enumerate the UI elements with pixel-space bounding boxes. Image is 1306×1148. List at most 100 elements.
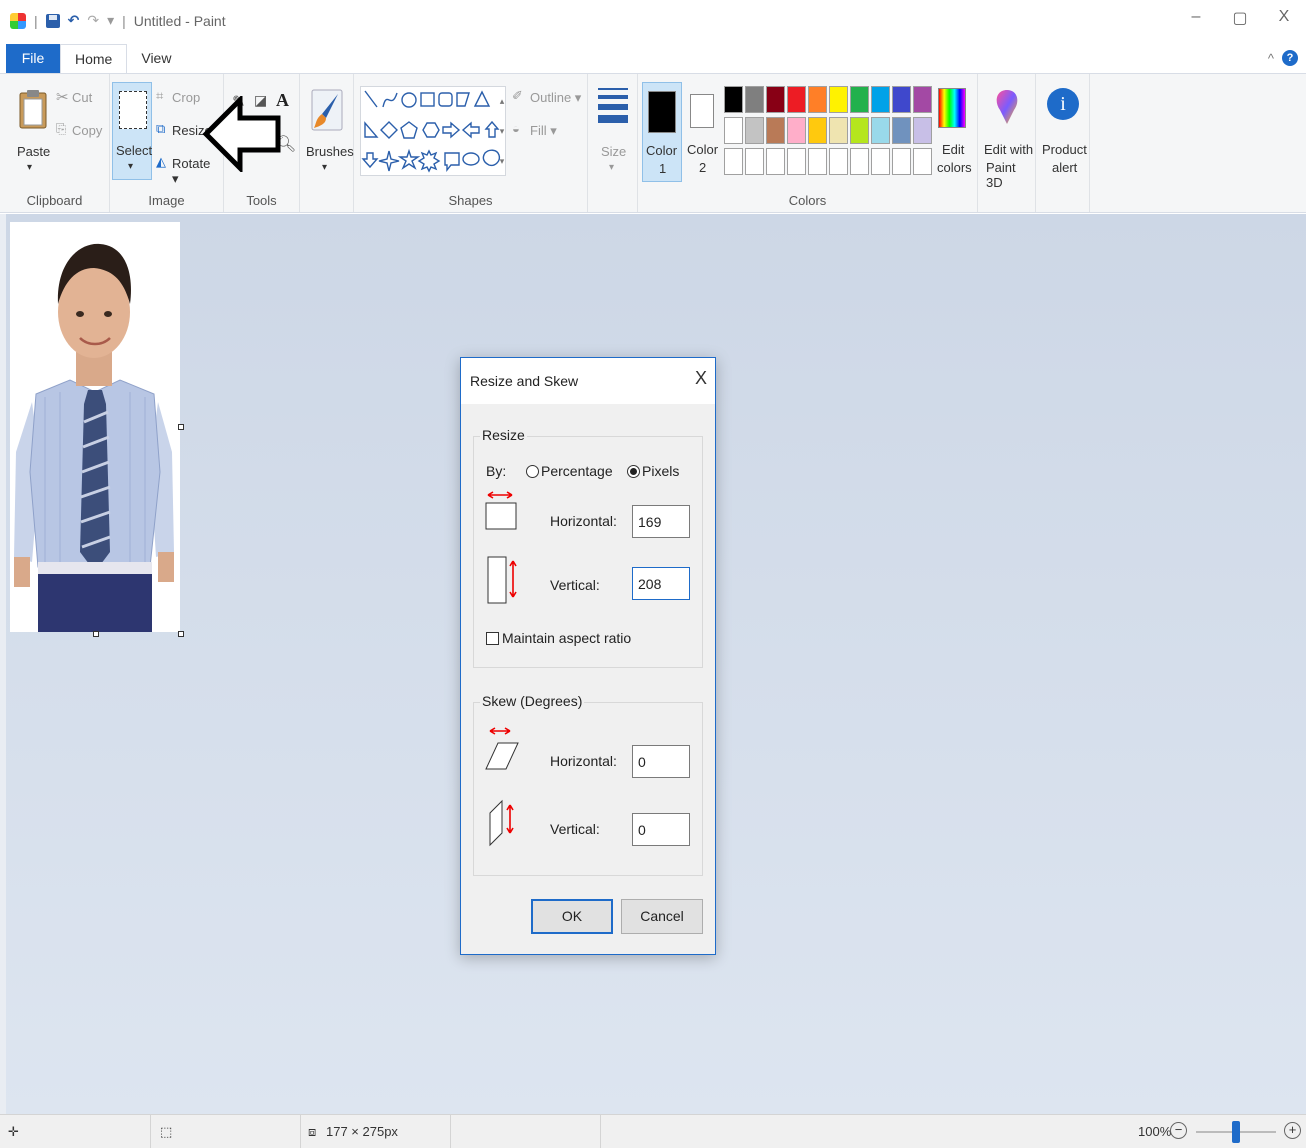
cancel-button[interactable]: Cancel xyxy=(621,899,703,934)
percentage-radio[interactable] xyxy=(526,465,539,478)
undo-icon[interactable]: ↶ xyxy=(68,12,80,29)
palette-swatch[interactable] xyxy=(787,86,806,113)
custom-color-slot[interactable] xyxy=(892,148,911,175)
color2-swatch xyxy=(690,94,714,128)
horizontal-skew-icon xyxy=(485,727,519,770)
clipboard-group: Paste ▾ ✂ Cut ⎘ Copy Clipboard xyxy=(0,74,110,212)
size-dropdown-icon[interactable]: ▾ xyxy=(609,162,614,173)
palette-swatch[interactable] xyxy=(892,117,911,144)
color1-button[interactable]: Color 1 xyxy=(642,82,682,182)
workspace-left-edge xyxy=(0,214,6,1114)
palette-swatch[interactable] xyxy=(808,117,827,144)
shapes-gallery[interactable] xyxy=(360,86,506,176)
palette-swatch[interactable] xyxy=(871,86,890,113)
select-dropdown-icon[interactable]: ▾ xyxy=(128,161,133,172)
brushes-button[interactable]: Brushes ▾ xyxy=(302,82,354,182)
dialog-close-button[interactable]: X xyxy=(695,368,707,389)
custom-color-slot[interactable] xyxy=(724,148,743,175)
clipboard-icon xyxy=(19,90,47,129)
percentage-label[interactable]: Percentage xyxy=(541,463,613,479)
palette-swatch[interactable] xyxy=(871,117,890,144)
custom-color-slot[interactable] xyxy=(787,148,806,175)
palette-swatch[interactable] xyxy=(724,117,743,144)
palette-swatch[interactable] xyxy=(892,86,911,113)
image-group-label: Image xyxy=(148,193,185,208)
customize-quick-access-button[interactable]: ▾ xyxy=(107,12,114,29)
brushes-group: Brushes ▾ xyxy=(300,74,354,212)
redo-icon[interactable]: ↷ xyxy=(87,12,99,29)
zoom-slider[interactable] xyxy=(1196,1121,1276,1143)
brushes-dropdown-icon[interactable]: ▾ xyxy=(322,162,327,173)
palette-swatch[interactable] xyxy=(850,117,869,144)
close-button[interactable]: X xyxy=(1262,8,1306,28)
tab-view[interactable]: View xyxy=(127,44,185,74)
size-group: Size ▾ xyxy=(588,74,638,212)
palette-swatch[interactable] xyxy=(766,117,785,144)
window-title: Untitled - Paint xyxy=(133,12,226,29)
maximize-button[interactable]: ▢ xyxy=(1218,8,1262,28)
skew-section: Skew (Degrees) Horizontal: 0 Vertical: 0 xyxy=(473,693,703,876)
select-rectangle-icon xyxy=(119,91,147,129)
skew-horizontal-input[interactable]: 0 xyxy=(632,745,690,778)
size-button[interactable]: Size ▾ xyxy=(592,82,634,182)
color2-button[interactable]: Color 2 xyxy=(684,82,720,182)
paste-button[interactable]: Paste ▾ xyxy=(10,82,54,182)
skew-vertical-input[interactable]: 0 xyxy=(632,813,690,846)
custom-color-slot[interactable] xyxy=(745,148,764,175)
custom-color-slot[interactable] xyxy=(871,148,890,175)
palette-swatch[interactable] xyxy=(829,117,848,144)
custom-color-slot[interactable] xyxy=(913,148,932,175)
select-button[interactable]: Select ▾ xyxy=(112,82,152,180)
palette-swatch[interactable] xyxy=(808,86,827,113)
copy-button[interactable]: ⎘ Copy xyxy=(56,121,106,143)
palette-swatch[interactable] xyxy=(724,86,743,113)
custom-color-slot[interactable] xyxy=(766,148,785,175)
product-alert-button[interactable]: i Product alert xyxy=(1038,82,1088,182)
minimize-button[interactable]: – xyxy=(1174,8,1218,28)
palette-swatch[interactable] xyxy=(766,86,785,113)
custom-color-slot[interactable] xyxy=(829,148,848,175)
resize-handle-bottom[interactable] xyxy=(93,631,99,637)
resize-handle-right[interactable] xyxy=(178,424,184,430)
paint3d-icon xyxy=(996,90,1018,124)
shapes-gallery-icons xyxy=(361,90,501,173)
collapse-ribbon-button[interactable]: ^ xyxy=(1268,51,1274,66)
by-label: By: xyxy=(486,463,507,479)
save-icon[interactable] xyxy=(45,13,60,28)
drawing-canvas[interactable] xyxy=(10,222,180,632)
custom-color-slot[interactable] xyxy=(808,148,827,175)
horizontal-resize-input[interactable]: 169 xyxy=(632,505,690,538)
paste-dropdown-icon[interactable]: ▾ xyxy=(27,162,32,173)
paint-app-icon[interactable] xyxy=(10,12,26,29)
palette-swatch[interactable] xyxy=(787,117,806,144)
maintain-aspect-checkbox[interactable] xyxy=(486,632,499,645)
palette-swatch[interactable] xyxy=(829,86,848,113)
zoom-slider-thumb[interactable] xyxy=(1232,1121,1240,1143)
palette-swatch[interactable] xyxy=(745,117,764,144)
pixels-label[interactable]: Pixels xyxy=(642,463,679,479)
palette-swatch[interactable] xyxy=(913,86,932,113)
ok-button[interactable]: OK xyxy=(531,899,613,934)
fill-label: Fill ▾ xyxy=(530,123,557,138)
shapes-scroll[interactable]: ▴ ▾ ▾ xyxy=(496,86,508,176)
cut-button[interactable]: ✂ Cut xyxy=(56,88,106,110)
zoom-out-button[interactable]: − xyxy=(1170,1122,1187,1139)
fill-button[interactable]: ◒ Fill ▾ xyxy=(512,121,586,143)
ribbon-right-controls: ^ ? xyxy=(1268,50,1298,66)
palette-swatch[interactable] xyxy=(850,86,869,113)
help-icon[interactable]: ? xyxy=(1282,50,1298,66)
zoom-in-button[interactable]: + xyxy=(1284,1122,1301,1139)
custom-color-slot[interactable] xyxy=(850,148,869,175)
maintain-aspect-label[interactable]: Maintain aspect ratio xyxy=(502,630,631,646)
pixels-radio[interactable] xyxy=(627,465,640,478)
tab-home[interactable]: Home xyxy=(60,44,128,74)
palette-swatch[interactable] xyxy=(913,117,932,144)
resize-handle-corner[interactable] xyxy=(178,631,184,637)
vertical-resize-input[interactable]: 208 xyxy=(632,567,690,600)
edit-with-paint3d-button[interactable]: Edit with Paint 3D xyxy=(980,82,1034,190)
tab-file[interactable]: File xyxy=(6,44,60,74)
ribbon-tabs: File Home View xyxy=(6,44,185,74)
palette-swatch[interactable] xyxy=(745,86,764,113)
edit-colors-button[interactable]: Edit colors xyxy=(932,82,974,182)
outline-button[interactable]: ✐ Outline ▾ xyxy=(512,88,586,110)
